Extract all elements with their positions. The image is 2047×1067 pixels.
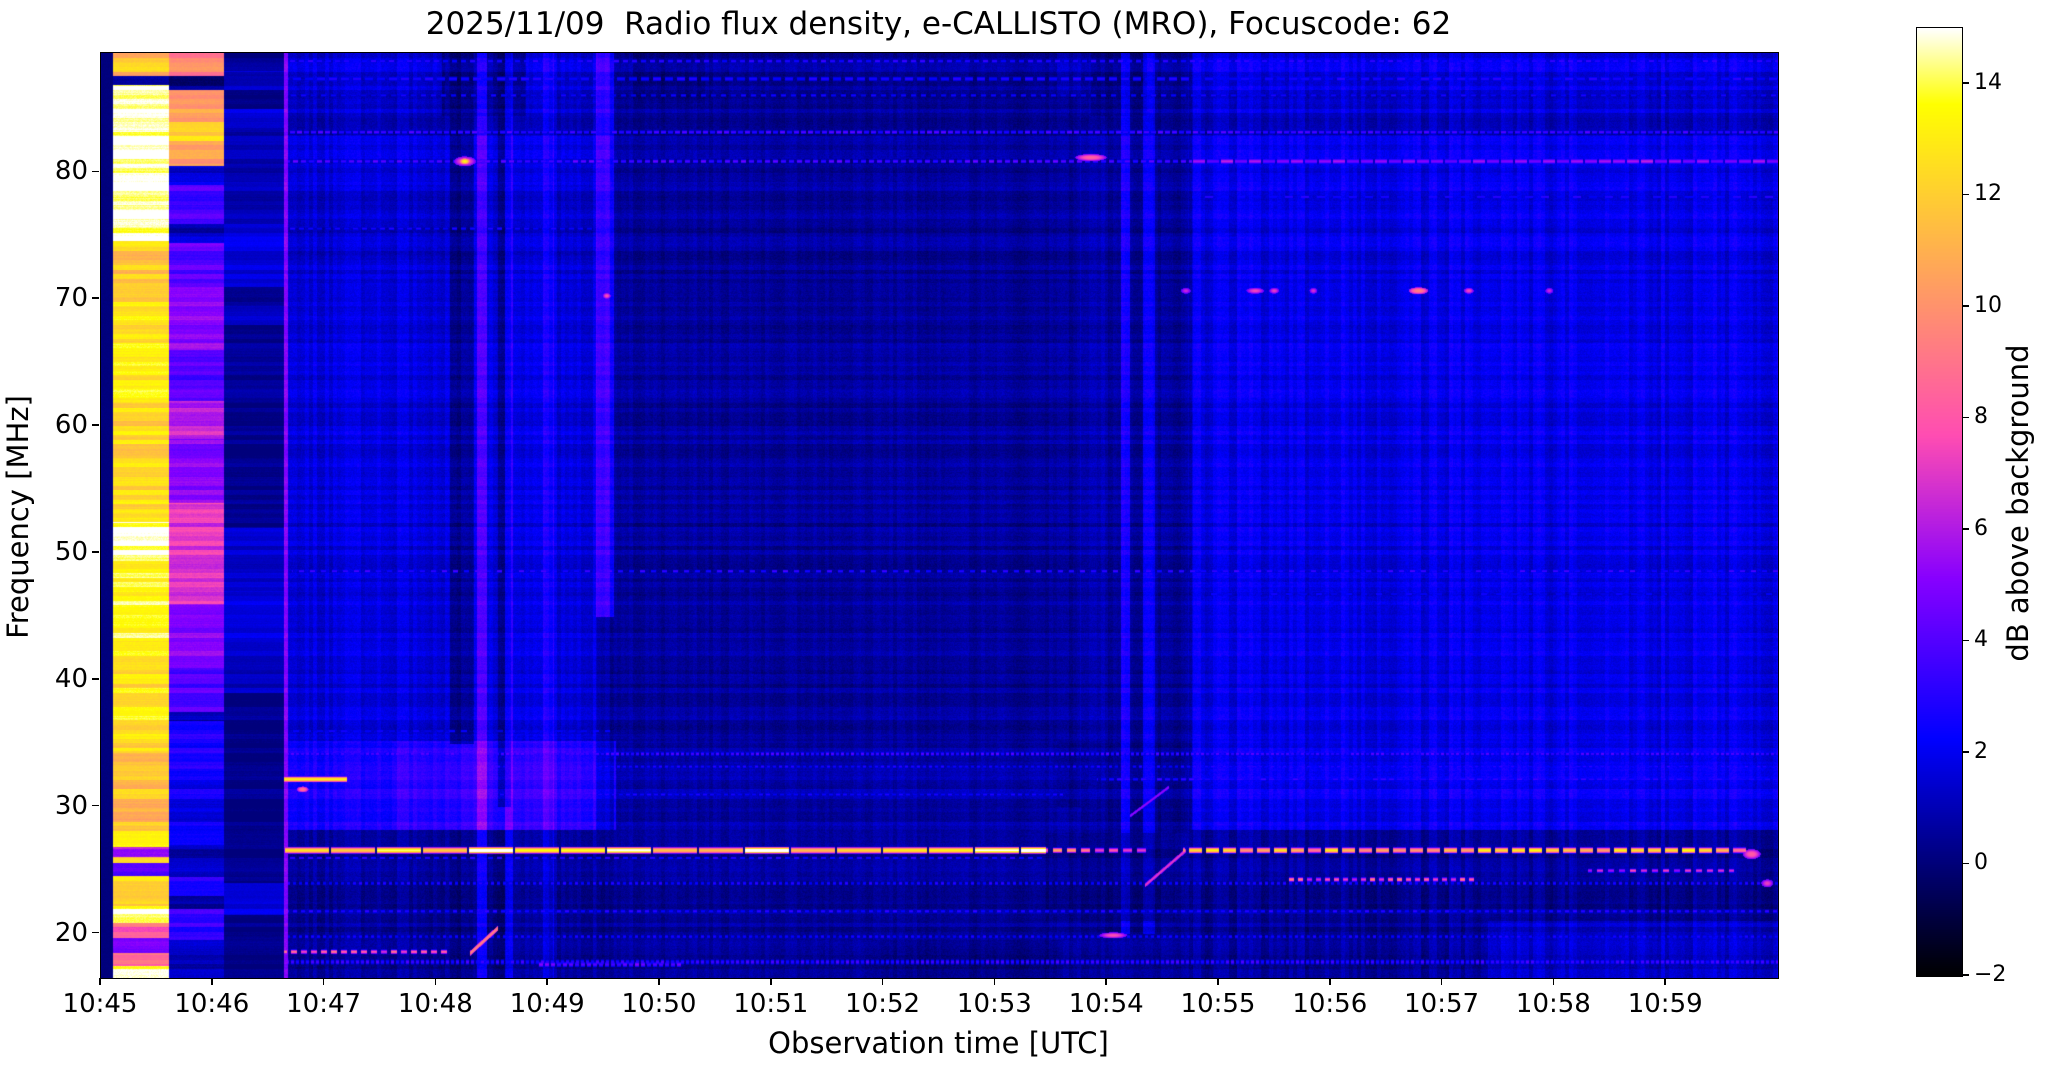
x-tick-label: 10:49 — [509, 989, 585, 1019]
x-tick-label: 10:58 — [1515, 989, 1591, 1019]
colorbar-tick-label: 8 — [1974, 404, 1988, 430]
x-tick-mark — [546, 978, 548, 985]
colorbar-tick-mark — [1963, 974, 1969, 976]
colorbar-tick-mark — [1963, 528, 1969, 530]
colorbar-tick-mark — [1963, 82, 1969, 84]
y-tick-label: 80 — [54, 156, 88, 187]
y-tick-mark — [92, 551, 99, 553]
colorbar-label: dB above background — [2001, 344, 2035, 662]
spectrogram-figure: 2025/11/09 Radio flux density, e-CALLIST… — [0, 0, 2047, 1067]
y-axis-label: Frequency [MHz] — [1, 395, 35, 639]
colorbar-tick-mark — [1963, 193, 1969, 196]
y-tick-mark — [92, 931, 99, 934]
colorbar-tick-mark — [1963, 305, 1969, 307]
x-tick-label: 10:54 — [1068, 989, 1144, 1019]
colorbar-tick-mark — [1963, 416, 1969, 419]
spectrogram-canvas — [101, 53, 1778, 978]
colorbar-tick-label: 10 — [1974, 292, 2002, 318]
x-tick-label: 10:59 — [1627, 989, 1703, 1019]
x-tick-mark — [1552, 978, 1555, 985]
x-tick-label: 10:56 — [1292, 989, 1368, 1019]
x-tick-label: 10:52 — [845, 989, 921, 1019]
x-tick-mark — [1440, 978, 1443, 985]
y-tick-label: 30 — [54, 790, 88, 821]
x-tick-mark — [993, 978, 996, 985]
x-tick-mark — [1329, 978, 1331, 985]
colorbar-tick-mark — [1963, 639, 1969, 642]
colorbar-tick-label: 6 — [1974, 515, 1988, 541]
colorbar-tick-mark — [1963, 862, 1969, 865]
y-tick-label: 60 — [54, 410, 88, 441]
y-tick-mark — [92, 170, 99, 173]
y-tick-mark — [92, 678, 99, 680]
x-tick-mark — [1664, 978, 1666, 985]
x-axis-label: Observation time [UTC] — [768, 1026, 1109, 1060]
colorbar-tick-mark — [1963, 751, 1969, 753]
colorbar-canvas — [1917, 28, 1962, 976]
y-tick-mark — [92, 804, 99, 807]
spectrogram-plot-area — [100, 52, 1779, 979]
colorbar-tick-label: 4 — [1974, 627, 1988, 653]
x-tick-mark — [658, 978, 660, 985]
x-tick-label: 10:57 — [1404, 989, 1480, 1019]
colorbar — [1916, 27, 1963, 977]
y-tick-label: 70 — [54, 283, 88, 314]
x-tick-label: 10:53 — [956, 989, 1032, 1019]
x-tick-label: 10:51 — [733, 989, 809, 1019]
colorbar-tick-label: 14 — [1974, 69, 2002, 95]
colorbar-tick-label: 12 — [1974, 181, 2002, 207]
x-tick-mark — [99, 978, 101, 985]
colorbar-tick-label: 0 — [1974, 850, 1988, 876]
x-tick-mark — [770, 978, 772, 985]
x-tick-label: 10:55 — [1180, 989, 1256, 1019]
x-tick-label: 10:48 — [397, 989, 473, 1019]
y-tick-mark — [92, 297, 99, 299]
colorbar-tick-label: −2 — [1974, 962, 2007, 987]
y-tick-mark — [92, 424, 99, 426]
y-tick-label: 50 — [54, 536, 88, 567]
x-tick-mark — [322, 978, 325, 985]
x-tick-label: 10:45 — [62, 989, 138, 1019]
colorbar-tick-label: 2 — [1974, 738, 1988, 764]
x-tick-mark — [881, 978, 884, 985]
x-tick-mark — [1217, 978, 1219, 985]
x-tick-mark — [434, 978, 437, 985]
x-tick-label: 10:46 — [174, 989, 250, 1019]
figure-title: 2025/11/09 Radio flux density, e-CALLIST… — [425, 6, 1452, 42]
y-tick-label: 20 — [54, 917, 88, 948]
y-tick-label: 40 — [54, 663, 88, 694]
x-tick-mark — [1105, 978, 1107, 985]
x-tick-label: 10:50 — [621, 989, 697, 1019]
x-tick-label: 10:47 — [286, 989, 362, 1019]
x-tick-mark — [211, 978, 213, 985]
